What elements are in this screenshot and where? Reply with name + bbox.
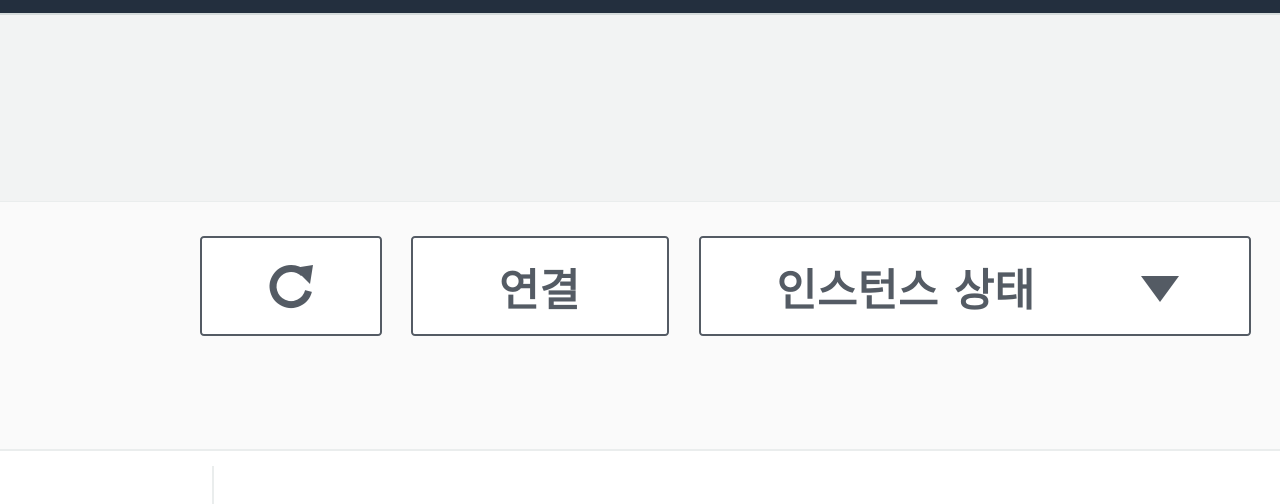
top-navigation-bar	[0, 0, 1280, 13]
instance-state-dropdown[interactable]: 인스턴스 상태	[699, 236, 1251, 336]
connect-button-label: 연결	[499, 265, 581, 316]
instance-state-label: 인스턴스 상태	[777, 265, 1036, 316]
table-column-divider[interactable]	[212, 466, 214, 504]
refresh-button[interactable]	[200, 236, 382, 336]
page-header-area	[0, 15, 1280, 201]
connect-button[interactable]: 연결	[411, 236, 669, 336]
console-page: 연결 인스턴스 상태	[0, 0, 1280, 504]
instances-table-header	[0, 451, 1280, 504]
refresh-icon	[259, 254, 323, 318]
caret-down-icon	[1141, 276, 1179, 302]
